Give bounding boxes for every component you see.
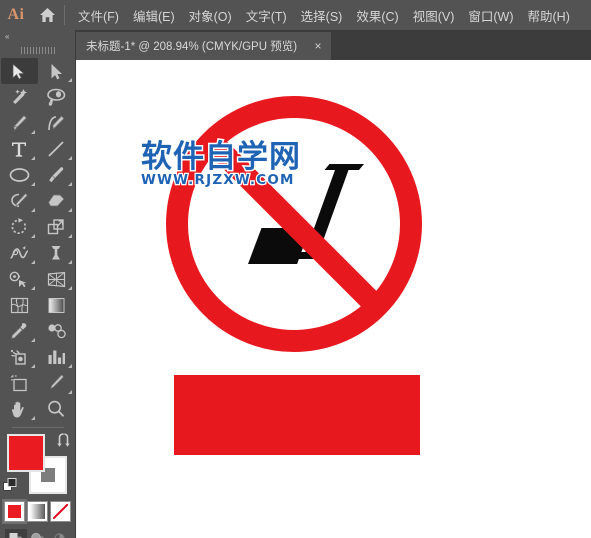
- flyout-indicator-icon: [30, 130, 35, 134]
- mesh-tool[interactable]: [1, 292, 38, 318]
- flyout-indicator-icon: [67, 260, 72, 264]
- paintbrush-tool[interactable]: [38, 162, 75, 188]
- flyout-indicator-icon: [67, 364, 72, 368]
- menu-edit[interactable]: 编辑(E): [126, 2, 182, 29]
- none-swatch-icon: [53, 504, 68, 519]
- flyout-indicator-icon: [30, 364, 35, 368]
- flyout-indicator-icon: [30, 234, 35, 238]
- flyout-indicator-icon: [30, 416, 35, 420]
- none-mode-button[interactable]: [50, 501, 71, 522]
- flyout-indicator-icon: [30, 208, 35, 212]
- flyout-indicator-icon: [67, 78, 72, 82]
- shaper-tool[interactable]: [1, 188, 38, 214]
- flyout-indicator-icon: [67, 208, 72, 212]
- gradient-tool[interactable]: [38, 292, 75, 318]
- menu-effect[interactable]: 效果(C): [349, 2, 405, 29]
- solid-color-icon: [8, 505, 21, 518]
- grip-lines: [20, 46, 55, 54]
- menu-select[interactable]: 选择(S): [294, 2, 350, 29]
- flyout-indicator-icon: [67, 234, 72, 238]
- collapse-panel-icon[interactable]: «: [0, 30, 75, 44]
- artwork: [166, 96, 422, 455]
- draw-inside-button[interactable]: [48, 529, 71, 538]
- free-transform-tool[interactable]: [38, 240, 75, 266]
- curvature-tool[interactable]: [38, 110, 75, 136]
- home-icon[interactable]: [32, 0, 62, 30]
- app-logo: Ai: [7, 6, 25, 23]
- draw-mode-row: [0, 529, 75, 538]
- tools-panel: «: [0, 30, 76, 538]
- flyout-indicator-icon: [30, 286, 35, 290]
- eyedropper-tool[interactable]: [1, 318, 38, 344]
- flyout-indicator-icon: [67, 182, 72, 186]
- red-rectangle[interactable]: [174, 375, 420, 455]
- default-colors-icon[interactable]: [2, 478, 18, 493]
- menu-divider: [64, 5, 65, 25]
- flyout-indicator-icon: [30, 338, 35, 342]
- artboard-tool[interactable]: [1, 370, 38, 396]
- fill-stroke-controls: [2, 432, 73, 496]
- paint-mode-row: [0, 499, 75, 524]
- line-segment-tool[interactable]: [38, 136, 75, 162]
- magic-wand-tool[interactable]: [1, 84, 38, 110]
- type-tool[interactable]: [1, 136, 38, 162]
- document-tab[interactable]: 未标题-1* @ 208.94% (CMYK/GPU 预览) ×: [76, 32, 332, 60]
- panel-drag-handle[interactable]: [0, 44, 75, 56]
- draw-inside-icon: [54, 533, 65, 538]
- flyout-indicator-icon: [67, 156, 72, 160]
- menu-help[interactable]: 帮助(H): [521, 2, 577, 29]
- close-icon[interactable]: ×: [311, 39, 325, 53]
- width-tool[interactable]: [1, 240, 38, 266]
- toolbar-divider: [11, 427, 64, 428]
- pen-tool[interactable]: [1, 110, 38, 136]
- perspective-grid-tool[interactable]: [38, 266, 75, 292]
- column-graph-tool[interactable]: [38, 344, 75, 370]
- illustrator-window: Ai 文件(F) 编辑(E) 对象(O) 文字(T) 选择(S) 效果(C) 视…: [0, 0, 591, 538]
- hand-tool[interactable]: [1, 396, 38, 422]
- color-mode-button[interactable]: [2, 499, 27, 524]
- selection-tool[interactable]: [0, 58, 38, 84]
- artboard-canvas[interactable]: 软件自学网 WWW.RJZXW.COM: [76, 60, 591, 538]
- menu-file[interactable]: 文件(F): [71, 2, 126, 29]
- tool-grid: [0, 56, 75, 422]
- rotate-tool[interactable]: [1, 214, 38, 240]
- menu-object[interactable]: 对象(O): [182, 2, 239, 29]
- menu-bar: Ai 文件(F) 编辑(E) 对象(O) 文字(T) 选择(S) 效果(C) 视…: [0, 0, 591, 30]
- draw-normal-icon: [9, 533, 22, 538]
- flyout-indicator-icon: [30, 182, 35, 186]
- flyout-indicator-icon: [67, 286, 72, 290]
- gradient-swatch-icon: [30, 504, 45, 519]
- draw-normal-button[interactable]: [4, 529, 27, 538]
- direct-selection-tool[interactable]: [38, 58, 75, 84]
- flyout-indicator-icon: [30, 156, 35, 160]
- zoom-tool[interactable]: [38, 396, 75, 422]
- fill-swatch[interactable]: [6, 434, 45, 472]
- menu-type[interactable]: 文字(T): [239, 2, 294, 29]
- document-tab-bar: 未标题-1* @ 208.94% (CMYK/GPU 预览) ×: [76, 30, 591, 60]
- menu-view[interactable]: 视图(V): [406, 2, 462, 29]
- draw-behind-button[interactable]: [26, 529, 49, 538]
- menu-window[interactable]: 窗口(W): [461, 2, 520, 29]
- gradient-mode-button[interactable]: [27, 501, 48, 522]
- flyout-indicator-icon: [30, 260, 35, 264]
- menu-item-list: 文件(F) 编辑(E) 对象(O) 文字(T) 选择(S) 效果(C) 视图(V…: [71, 2, 577, 29]
- scale-tool[interactable]: [38, 214, 75, 240]
- ellipse-tool[interactable]: [1, 162, 38, 188]
- eraser-tool[interactable]: [38, 188, 75, 214]
- shape-builder-tool[interactable]: [1, 266, 38, 292]
- symbol-sprayer-tool[interactable]: [1, 344, 38, 370]
- flyout-indicator-icon: [67, 390, 72, 394]
- slice-tool[interactable]: [38, 370, 75, 396]
- document-tab-title: 未标题-1* @ 208.94% (CMYK/GPU 预览): [86, 41, 298, 53]
- lasso-tool[interactable]: [38, 84, 75, 110]
- swap-arrow-icon[interactable]: [56, 432, 72, 448]
- draw-behind-icon: [31, 532, 44, 538]
- blend-tool[interactable]: [38, 318, 75, 344]
